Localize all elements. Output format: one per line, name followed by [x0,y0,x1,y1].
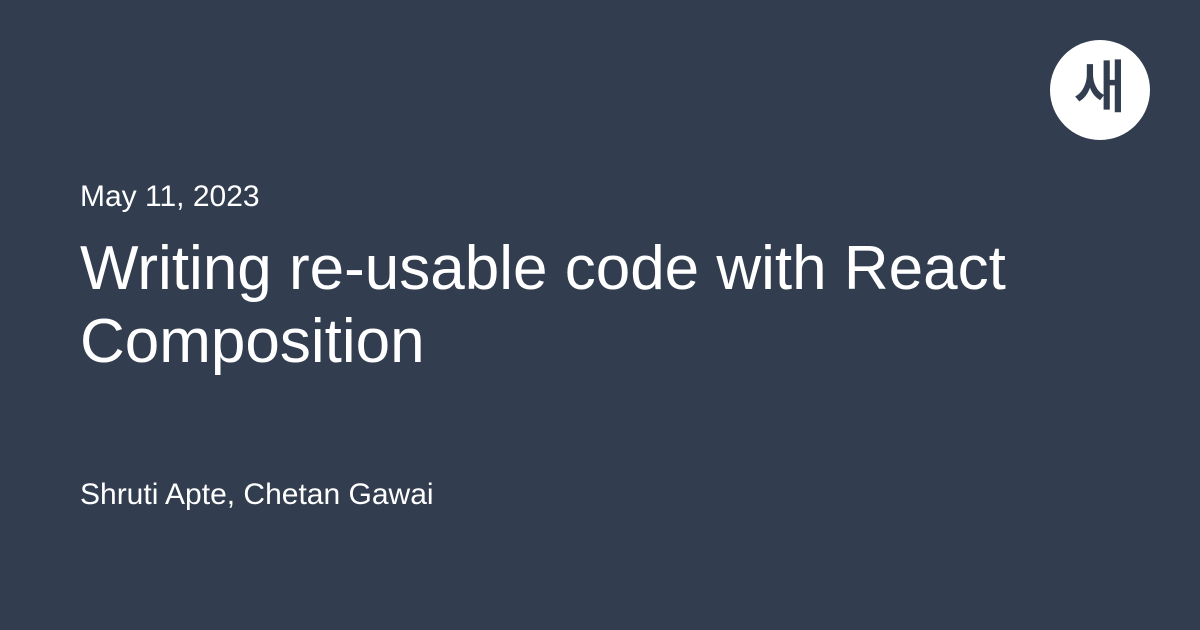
post-date: May 11, 2023 [80,180,1120,214]
post-content: May 11, 2023 Writing re-usable code with… [80,180,1120,512]
post-authors: Shruti Apte, Chetan Gawai [80,478,1120,512]
site-logo: 새 [1050,40,1150,140]
logo-text: 새 [1074,60,1126,116]
post-title: Writing re-usable code with React Compos… [80,232,1030,378]
